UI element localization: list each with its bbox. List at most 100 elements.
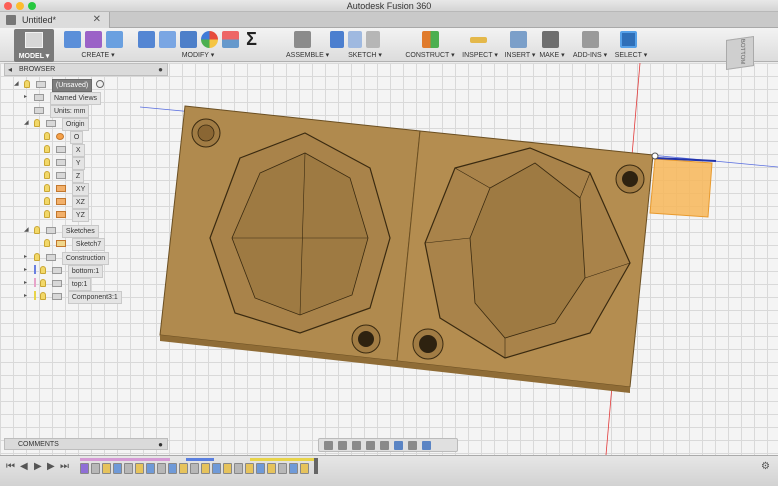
timeline-feature-icon[interactable]	[223, 463, 232, 474]
expand-arrow-icon[interactable]: ▸	[24, 92, 27, 103]
timeline-feature-icon[interactable]	[245, 463, 254, 474]
visibility-bulb-icon[interactable]	[44, 145, 50, 153]
tree-item-xz-plane[interactable]: XZ	[44, 196, 89, 209]
physical-material-icon[interactable]	[222, 31, 239, 48]
sketch-group[interactable]: SKETCH ▾	[330, 28, 400, 62]
visibility-bulb-icon[interactable]	[24, 80, 30, 88]
timeline-marker[interactable]	[314, 458, 318, 474]
collapse-icon[interactable]: ◂	[8, 64, 12, 76]
addins-group[interactable]: ADD-INS ▾	[572, 28, 608, 62]
insert-menu-label[interactable]: INSERT ▾	[502, 51, 538, 59]
timeline-feature-icon[interactable]	[157, 463, 166, 474]
press-pull-icon[interactable]	[138, 31, 155, 48]
3d-viewport[interactable]	[0, 63, 778, 455]
visibility-bulb-icon[interactable]	[39, 292, 46, 300]
timeline-feature-icon[interactable]	[234, 463, 243, 474]
fit-icon[interactable]	[380, 441, 389, 450]
visibility-bulb-icon[interactable]	[34, 119, 40, 127]
inspect-group[interactable]: INSPECT ▾	[460, 28, 500, 62]
timeline-feature-icon[interactable]	[135, 463, 144, 474]
timeline-feature-icon[interactable]	[212, 463, 221, 474]
inspect-menu-label[interactable]: INSPECT ▾	[460, 51, 500, 59]
expand-arrow-icon[interactable]: ▸	[24, 278, 27, 289]
select-arrow-icon[interactable]	[620, 31, 637, 48]
visibility-bulb-icon[interactable]	[44, 210, 50, 218]
visibility-bulb-icon[interactable]	[39, 279, 46, 287]
modify-menu-label[interactable]: MODIFY ▾	[128, 51, 268, 59]
modify-group[interactable]: Σ MODIFY ▾	[138, 28, 278, 62]
viewports-icon[interactable]	[422, 441, 431, 450]
expand-arrow-icon[interactable]: ◢	[24, 225, 29, 236]
visibility-bulb-icon[interactable]	[34, 226, 40, 234]
assemble-group[interactable]: ASSEMBLE ▾	[286, 28, 329, 62]
expand-arrow-icon[interactable]: ◢	[24, 118, 29, 129]
make-group[interactable]: MAKE ▾	[538, 28, 566, 62]
look-at-icon[interactable]	[338, 441, 347, 450]
visibility-bulb-icon[interactable]	[44, 239, 50, 247]
construct-menu-label[interactable]: CONSTRUCT ▾	[404, 51, 456, 59]
visibility-bulb-icon[interactable]	[39, 266, 46, 274]
grid-settings-icon[interactable]	[408, 441, 417, 450]
construct-group[interactable]: CONSTRUCT ▾	[404, 28, 456, 62]
comments-pin-icon[interactable]: ●	[158, 439, 163, 450]
sketch-menu-label[interactable]: SKETCH ▾	[330, 51, 400, 59]
tree-item-x-axis[interactable]: X	[44, 144, 85, 157]
expand-arrow-icon[interactable]: ◢	[14, 79, 19, 90]
tree-item-sketches[interactable]: ◢ Sketches	[24, 225, 99, 238]
tree-item-root[interactable]: ◢ (Unsaved)	[14, 79, 105, 92]
create-sketch-icon[interactable]	[330, 31, 344, 48]
timeline-feature-icon[interactable]	[267, 463, 276, 474]
timeline-feature-icon[interactable]	[124, 463, 133, 474]
timeline-feature-icon[interactable]	[102, 463, 111, 474]
timeline-feature-icon[interactable]	[80, 463, 89, 474]
appearance-icon[interactable]	[201, 31, 218, 48]
select-menu-label[interactable]: SELECT ▾	[614, 51, 648, 59]
zoom-icon[interactable]	[366, 441, 375, 450]
timeline-feature-icon[interactable]	[190, 463, 199, 474]
new-component-icon[interactable]	[64, 31, 81, 48]
origin-plane-selected[interactable]	[649, 158, 713, 218]
activate-radio-icon[interactable]	[96, 80, 105, 88]
tree-item-origin-point[interactable]: O	[44, 131, 84, 144]
box-icon[interactable]	[106, 31, 123, 48]
viewcube[interactable]: BOTTOM	[726, 36, 754, 70]
shell-icon[interactable]	[180, 31, 197, 48]
go-to-end-icon[interactable]: ⏭	[60, 461, 69, 472]
timeline-feature-icon[interactable]	[146, 463, 155, 474]
workspace-switcher-button[interactable]: MODEL ▾	[14, 29, 54, 62]
timeline-feature-icon[interactable]	[300, 463, 309, 474]
assemble-menu-label[interactable]: ASSEMBLE ▾	[286, 51, 329, 59]
addins-menu-label[interactable]: ADD-INS ▾	[572, 51, 608, 59]
go-to-start-icon[interactable]: ⏮	[6, 461, 15, 472]
select-group[interactable]: SELECT ▾	[614, 28, 648, 62]
step-forward-icon[interactable]: ▶	[47, 461, 55, 472]
visibility-bulb-icon[interactable]	[34, 253, 40, 261]
visibility-bulb-icon[interactable]	[44, 197, 50, 205]
measure-icon[interactable]	[470, 37, 487, 43]
stop-sketch-icon[interactable]	[366, 31, 380, 48]
timeline-feature-icon[interactable]	[289, 463, 298, 474]
timeline-feature-icon[interactable]	[91, 463, 100, 474]
make-menu-label[interactable]: MAKE ▾	[538, 51, 566, 59]
pin-icon[interactable]: ●	[158, 64, 163, 76]
visibility-bulb-icon[interactable]	[44, 158, 50, 166]
timeline-feature-icon[interactable]	[179, 463, 188, 474]
play-icon[interactable]: ▶	[34, 461, 42, 472]
3d-print-icon[interactable]	[542, 31, 559, 48]
origin-point[interactable]	[651, 152, 659, 160]
extrude-icon[interactable]	[85, 31, 102, 48]
parameters-icon[interactable]: Σ	[243, 30, 260, 48]
model-scene[interactable]	[0, 63, 778, 455]
visibility-bulb-icon[interactable]	[44, 171, 50, 179]
tree-item-units[interactable]: Units: mm	[34, 105, 90, 118]
expand-arrow-icon[interactable]: ▸	[24, 265, 27, 276]
tree-item-top-component[interactable]: ▸ top:1	[24, 278, 92, 291]
visibility-bulb-icon[interactable]	[44, 132, 50, 140]
browser-panel-header[interactable]: ◂ BROWSER ●	[4, 63, 168, 76]
offset-plane-icon[interactable]	[422, 31, 439, 48]
timeline-feature-icon[interactable]	[113, 463, 122, 474]
pan-icon[interactable]	[352, 441, 361, 450]
step-back-icon[interactable]: ◀	[20, 461, 28, 472]
tree-item-named-views[interactable]: ▸ Named Views	[24, 92, 102, 105]
insert-image-icon[interactable]	[510, 31, 527, 48]
